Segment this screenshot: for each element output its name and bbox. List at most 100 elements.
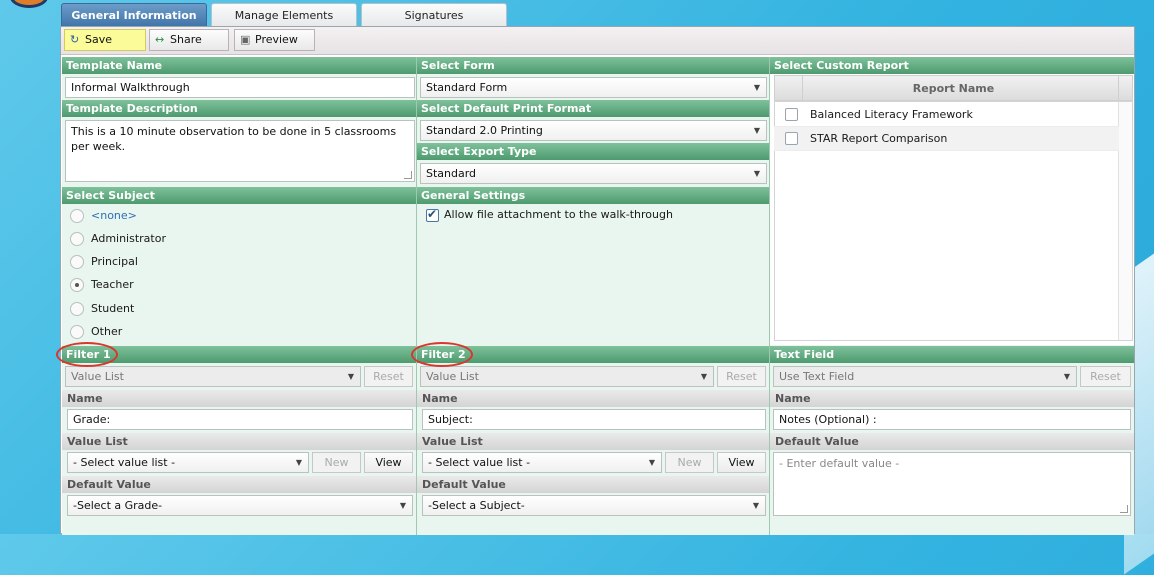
toolbar: ↻ Save ↔ Share ▣ Preview [61, 27, 1134, 55]
filter1-default-value-header: Default Value [62, 476, 416, 493]
preview-button[interactable]: ▣ Preview [234, 29, 315, 51]
filter2-view-button[interactable]: View [717, 452, 766, 473]
dropdown-arrow-icon: ▼ [648, 458, 655, 467]
share-button[interactable]: ↔ Share [149, 29, 229, 51]
text-field-name-input[interactable]: Notes (Optional) : [773, 409, 1131, 430]
report-checkbox[interactable] [785, 108, 798, 121]
subject-option-label: Student [91, 302, 135, 315]
dropdown-arrow-icon: ▼ [753, 169, 760, 178]
grid-scrollbar[interactable] [1118, 102, 1132, 340]
filter2-default-value: -Select a Subject- [428, 499, 525, 512]
report-row-balanced-literacy[interactable]: Balanced Literacy Framework [774, 103, 1119, 127]
subject-option-label: Teacher [91, 278, 134, 291]
preview-icon: ▣ [240, 33, 251, 46]
template-description-textarea[interactable]: This is a 10 minute observation to be do… [65, 120, 415, 182]
subject-option-label: <none> [91, 209, 137, 222]
subject-option-label: Other [91, 325, 123, 338]
report-checkbox[interactable] [785, 132, 798, 145]
template-panel: Template Name Informal Walkthrough Templ… [62, 57, 417, 187]
annotation-ring-filter1 [56, 342, 118, 367]
text-field-panel: Text Field Use Text Field ▼ Reset Name N… [770, 345, 1134, 535]
template-name-header: Template Name [62, 57, 416, 74]
radio-circle-icon[interactable] [70, 232, 84, 246]
filter1-value-list-select[interactable]: - Select value list - ▼ [67, 452, 309, 473]
dropdown-arrow-icon: ▼ [1063, 372, 1070, 381]
radio-circle-icon[interactable] [70, 209, 84, 223]
filter1-value-list-header: Value List [62, 433, 416, 450]
filter1-reset-button[interactable]: Reset [364, 366, 413, 387]
report-name-cell: Balanced Literacy Framework [810, 108, 973, 121]
export-type-select[interactable]: Standard ▼ [420, 163, 767, 184]
form-panel: Select Form Standard Form ▼ Select Defau… [417, 57, 770, 187]
text-field-type-value: Use Text Field [779, 370, 855, 383]
filter1-name-header: Name [62, 390, 416, 407]
filter2-name-header: Name [417, 390, 769, 407]
export-type-header: Select Export Type [417, 143, 769, 160]
allow-attachment-checkbox[interactable] [426, 207, 439, 222]
allow-attachment-label: Allow file attachment to the walk-throug… [444, 208, 673, 221]
filter1-default-value: -Select a Grade- [73, 499, 163, 512]
filter1-new-button[interactable]: New [312, 452, 361, 473]
report-grid-header: Report Name [774, 75, 1133, 101]
filter2-reset-button[interactable]: Reset [717, 366, 766, 387]
filter1-default-value-select[interactable]: -Select a Grade- ▼ [67, 495, 413, 516]
template-description-header: Template Description [62, 100, 416, 117]
report-name-column-header[interactable]: Report Name [913, 82, 994, 95]
column-divider [802, 76, 803, 100]
filter2-default-value-select[interactable]: -Select a Subject- ▼ [422, 495, 766, 516]
dropdown-arrow-icon: ▼ [700, 372, 707, 381]
dropdown-arrow-icon: ▼ [399, 501, 406, 510]
subject-option-label: Principal [91, 255, 138, 268]
general-settings-header: General Settings [417, 187, 769, 204]
filter2-name-input[interactable]: Subject: [422, 409, 766, 430]
save-button[interactable]: ↻ Save [64, 29, 146, 51]
filter1-type-select[interactable]: Value List ▼ [65, 366, 361, 387]
print-format-header: Select Default Print Format [417, 100, 769, 117]
filter2-panel: Filter 2 Value List ▼ Reset Name Subject… [417, 345, 770, 535]
select-subject-header: Select Subject [62, 187, 416, 204]
tab-general-information[interactable]: General Information [61, 3, 207, 27]
report-name-cell: STAR Report Comparison [810, 132, 948, 145]
text-field-type-select[interactable]: Use Text Field ▼ [773, 366, 1077, 387]
form-select[interactable]: Standard Form ▼ [420, 77, 767, 98]
dropdown-arrow-icon: ▼ [753, 126, 760, 135]
general-settings-panel: General Settings Allow file attachment t… [417, 187, 770, 345]
dropdown-arrow-icon: ▼ [347, 372, 354, 381]
template-name-input[interactable]: Informal Walkthrough [65, 77, 415, 98]
text-field-name-header: Name [770, 390, 1134, 407]
radio-selected-icon[interactable] [70, 278, 84, 292]
save-icon: ↻ [70, 33, 80, 46]
export-type-value: Standard [426, 167, 477, 180]
radio-circle-icon[interactable] [70, 325, 84, 339]
resize-handle-icon[interactable] [1120, 505, 1128, 513]
filter1-name-input[interactable]: Grade: [67, 409, 413, 430]
annotation-ring-filter2 [411, 342, 473, 367]
share-button-label: Share [170, 33, 202, 46]
filter2-value-list-value: - Select value list - [428, 456, 531, 469]
text-field-default-placeholder: - Enter default value - [779, 457, 900, 470]
filter2-value-list-header: Value List [417, 433, 769, 450]
dropdown-arrow-icon: ▼ [753, 83, 760, 92]
filter2-new-button[interactable]: New [665, 452, 714, 473]
tab-manage-elements[interactable]: Manage Elements [211, 3, 357, 27]
filter2-value-list-select[interactable]: - Select value list - ▼ [422, 452, 662, 473]
print-format-value: Standard 2.0 Printing [426, 124, 543, 137]
share-icon: ↔ [155, 33, 165, 46]
filter1-view-button[interactable]: View [364, 452, 413, 473]
header-scroll-cap [1118, 76, 1132, 100]
resize-handle-icon[interactable] [404, 171, 412, 179]
filter2-type-select[interactable]: Value List ▼ [420, 366, 714, 387]
radio-circle-icon[interactable] [70, 255, 84, 269]
select-form-header: Select Form [417, 57, 769, 74]
text-field-default-value-textarea[interactable]: - Enter default value - [773, 452, 1131, 516]
radio-circle-icon[interactable] [70, 302, 84, 316]
text-field-reset-button[interactable]: Reset [1080, 366, 1131, 387]
filter1-value-list-value: - Select value list - [73, 456, 176, 469]
print-format-select[interactable]: Standard 2.0 Printing ▼ [420, 120, 767, 141]
report-row-star-comparison[interactable]: STAR Report Comparison [774, 127, 1119, 151]
template-description-text: This is a 10 minute observation to be do… [71, 125, 397, 153]
tab-bar: General Information Manage Elements Sign… [61, 3, 507, 27]
custom-report-panel: Select Custom Report Report Name Balance… [770, 57, 1134, 345]
tab-signatures[interactable]: Signatures [361, 3, 507, 27]
form-select-value: Standard Form [426, 81, 508, 94]
